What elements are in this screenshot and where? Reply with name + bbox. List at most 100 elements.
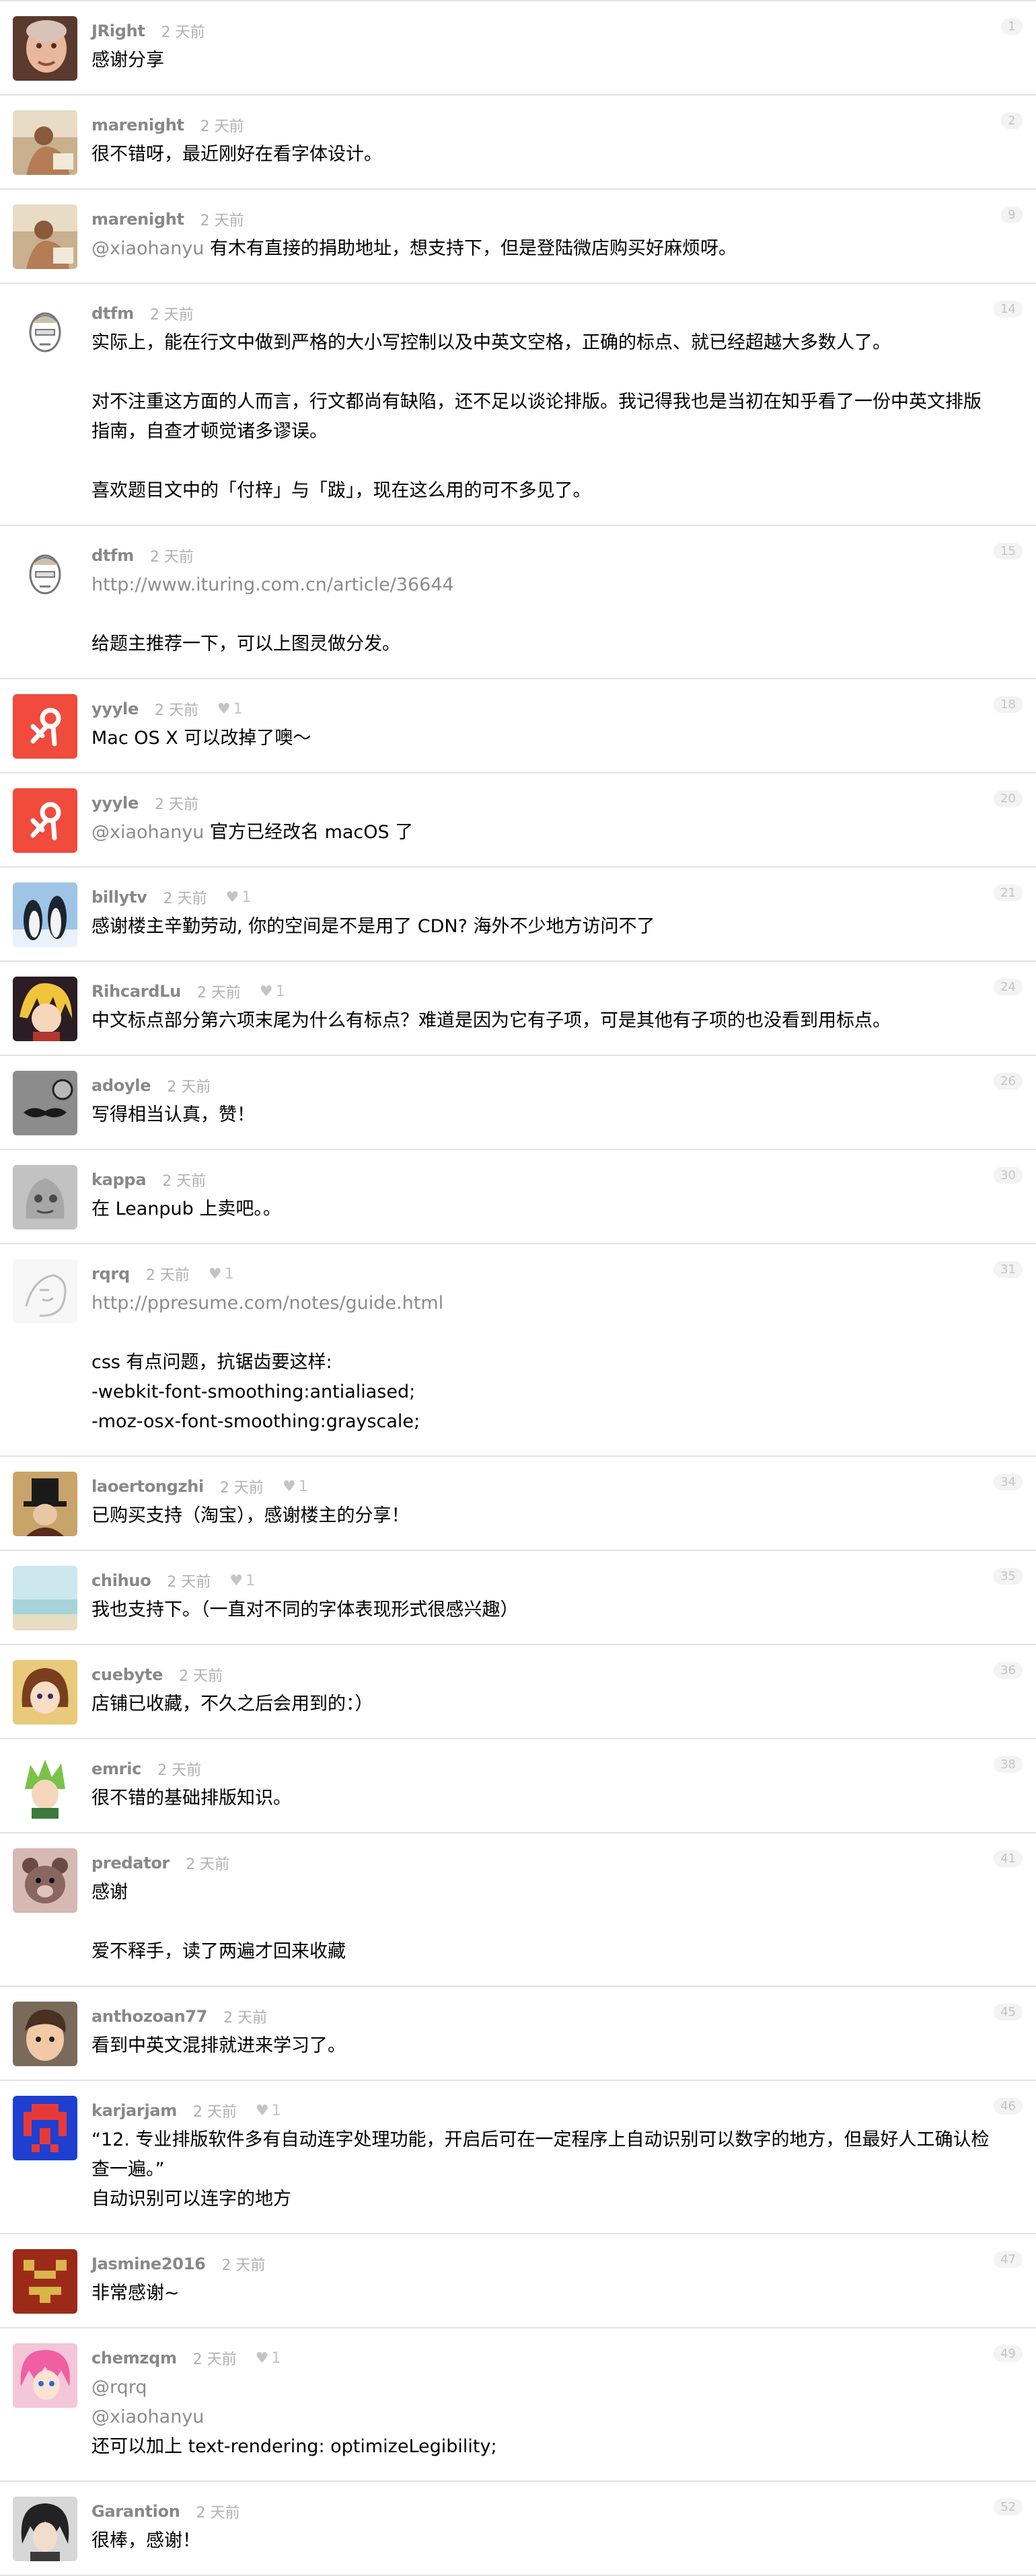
mention-link[interactable]: @xiaohanyu bbox=[91, 2407, 204, 2427]
avatar[interactable] bbox=[13, 1660, 77, 1725]
avatar[interactable] bbox=[13, 2096, 77, 2160]
content-text: 很不错呀，最近刚好在看字体设计。 bbox=[91, 144, 382, 165]
reply-content: 感谢分享 bbox=[91, 46, 1009, 75]
pixel-invader-icon bbox=[13, 2096, 77, 2160]
content-text: “12. 专业排版软件多有自动连字处理功能，开启后可在一定程序上自动识别可以数字… bbox=[91, 2129, 990, 2150]
avatar[interactable] bbox=[13, 2497, 77, 2561]
author-name[interactable]: Jasmine2016 bbox=[91, 2255, 206, 2273]
floor-number: 18 bbox=[994, 696, 1023, 713]
heart-icon: ♥ bbox=[259, 983, 273, 1000]
author-name[interactable]: RihcardLu bbox=[91, 982, 181, 1001]
like-button[interactable]: ♥ 1 bbox=[256, 2350, 281, 2367]
reply-meta: chihuo 2 天前 ♥ 1 bbox=[91, 1567, 1009, 1594]
reply-meta: dtfm 2 天前 bbox=[91, 300, 1009, 327]
floor-number: 30 bbox=[994, 1167, 1023, 1184]
author-name[interactable]: dtfm bbox=[91, 304, 134, 323]
mention-link[interactable]: @xiaohanyu bbox=[91, 238, 204, 259]
reply-time: 2 天前 bbox=[223, 2010, 268, 2026]
content-line: 很棒，感谢！ bbox=[91, 2526, 1009, 2556]
like-button[interactable]: ♥ 1 bbox=[217, 701, 243, 718]
like-count: 1 bbox=[246, 1572, 256, 1589]
like-button[interactable]: ♥ 1 bbox=[229, 1573, 255, 1589]
author-name[interactable]: billytv bbox=[91, 888, 147, 907]
avatar[interactable] bbox=[13, 2002, 77, 2066]
avatar[interactable] bbox=[13, 541, 77, 605]
avatar[interactable] bbox=[13, 977, 77, 1041]
content-line: @xiaohanyu 有木有直接的捐助地址，想支持下，但是登陆微店购买好麻烦呀。 bbox=[91, 234, 1009, 264]
floor-number: 2 bbox=[1001, 112, 1023, 129]
reply-time: 2 天前 bbox=[219, 1480, 264, 1497]
avatar[interactable] bbox=[13, 16, 77, 81]
author-name[interactable]: yyyle bbox=[91, 794, 139, 812]
avatar[interactable] bbox=[13, 1165, 77, 1229]
author-name[interactable]: laoertongzhi bbox=[91, 1477, 204, 1496]
author-name[interactable]: chihuo bbox=[91, 1571, 151, 1590]
author-name[interactable]: JRight bbox=[91, 22, 145, 40]
avatar[interactable] bbox=[13, 2343, 77, 2408]
like-count: 1 bbox=[233, 700, 243, 718]
floor-number: 9 bbox=[1001, 206, 1023, 223]
avatar[interactable] bbox=[13, 882, 77, 947]
avatar[interactable] bbox=[13, 204, 77, 269]
avatar[interactable] bbox=[13, 788, 77, 853]
reply-time: 2 天前 bbox=[221, 2257, 266, 2274]
content-line: -moz-osx-font-smoothing:grayscale; bbox=[91, 1407, 1009, 1437]
author-name[interactable]: kappa bbox=[91, 1170, 147, 1189]
content-line: 感谢楼主辛勤劳动, 你的空间是不是用了 CDN? 海外不少地方访问不了 bbox=[91, 912, 1009, 942]
like-button[interactable]: ♥ 1 bbox=[256, 2103, 281, 2119]
author-name[interactable]: anthozoan77 bbox=[91, 2007, 207, 2026]
mention-link[interactable]: @xiaohanyu bbox=[91, 822, 204, 843]
content-text: 还可以加上 text-rendering: optimizeLegibility… bbox=[91, 2436, 497, 2457]
reply-item: kappa 2 天前 30 在 Leanpub 上卖吧。。 bbox=[0, 1150, 1036, 1244]
avatar[interactable] bbox=[13, 1259, 77, 1324]
reply-meta: rqrq 2 天前 ♥ 1 bbox=[91, 1260, 1009, 1287]
mention-link[interactable]: @rqrq bbox=[91, 2377, 147, 2398]
reply-meta: chemzqm 2 天前 ♥ 1 bbox=[91, 2345, 1009, 2372]
reply-time: 2 天前 bbox=[167, 1079, 211, 1096]
avatar[interactable] bbox=[13, 694, 77, 759]
floor-number: 24 bbox=[994, 979, 1023, 995]
like-count: 1 bbox=[275, 983, 285, 1000]
avatar[interactable] bbox=[13, 110, 77, 175]
green-hair-icon bbox=[13, 1754, 77, 1819]
url-link[interactable]: http://ppresume.com/notes/guide.html bbox=[91, 1293, 443, 1314]
reply-time: 2 天前 bbox=[192, 2351, 237, 2368]
author-name[interactable]: marenight bbox=[91, 116, 184, 135]
avatar[interactable] bbox=[13, 2249, 77, 2314]
avatar[interactable] bbox=[13, 1848, 77, 1913]
author-name[interactable]: adoyle bbox=[91, 1076, 151, 1095]
like-button[interactable]: ♥ 1 bbox=[260, 983, 285, 1000]
like-button[interactable]: ♥ 1 bbox=[283, 1478, 308, 1495]
author-name[interactable]: dtfm bbox=[91, 546, 134, 565]
reply-content: “12. 专业排版软件多有自动连字处理功能，开启后可在一定程序上自动识别可以数字… bbox=[91, 2125, 1009, 2214]
author-name[interactable]: chemzqm bbox=[91, 2349, 177, 2367]
avatar[interactable] bbox=[13, 1566, 77, 1630]
avatar[interactable] bbox=[13, 1472, 77, 1536]
avatar[interactable] bbox=[13, 299, 77, 363]
author-name[interactable]: yyyle bbox=[91, 699, 139, 718]
author-name[interactable]: emric bbox=[91, 1759, 141, 1778]
content-text: 中文标点部分第六项末尾为什么有标点？难道是因为它有子项，可是其他有子项的也没看到… bbox=[91, 1010, 891, 1031]
author-name[interactable]: karjarjam bbox=[91, 2101, 177, 2120]
reply-content: 很棒，感谢！ bbox=[91, 2526, 1009, 2556]
reply-item: yyyle 2 天前 ♥ 1 18 Mac OS X 可以改掉了噢～ bbox=[0, 679, 1036, 773]
author-name[interactable]: marenight bbox=[91, 210, 184, 229]
reply-content: 感谢 爱不释手，读了两遍才回来收藏 bbox=[91, 1878, 1009, 1967]
reply-item: predator 2 天前 41 感谢 爱不释手，读了两遍才回来收藏 bbox=[0, 1833, 1036, 1987]
avatar[interactable] bbox=[13, 1071, 77, 1135]
author-name[interactable]: cuebyte bbox=[91, 1665, 163, 1684]
content-text: 对不注重这方面的人而言，行文都尚有缺陷，还不足以谈论排版。我记得我也是当初在知乎… bbox=[91, 391, 982, 412]
like-button[interactable]: ♥ 1 bbox=[209, 1266, 234, 1283]
reply-meta: cuebyte 2 天前 bbox=[91, 1661, 1009, 1688]
dark-hair-icon bbox=[13, 2497, 77, 2561]
reply-list: JRight 2 天前 1 感谢分享 marenight 2 天前 2 很不错呀，最近刚好在看… bbox=[0, 0, 1036, 2576]
author-name[interactable]: predator bbox=[91, 1854, 170, 1872]
reply-meta: JRight 2 天前 bbox=[91, 17, 1009, 44]
author-name[interactable]: rqrq bbox=[91, 1264, 130, 1283]
avatar[interactable] bbox=[13, 1754, 77, 1819]
like-button[interactable]: ♥ 1 bbox=[226, 889, 252, 906]
url-link[interactable]: http://www.ituring.com.cn/article/36644 bbox=[91, 574, 454, 595]
content-line: 喜欢题目文中的「付梓」与「跋」，现在这么用的可不多见了。 bbox=[91, 476, 1009, 506]
author-name[interactable]: Garantion bbox=[91, 2502, 180, 2521]
